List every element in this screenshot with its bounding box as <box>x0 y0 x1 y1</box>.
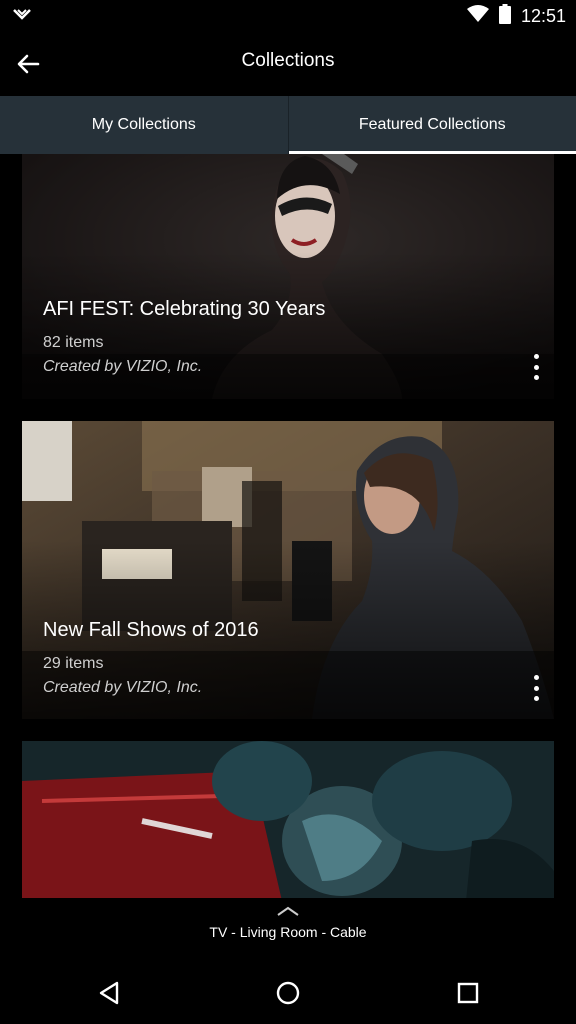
device-bar[interactable]: TV - Living Room - Cable <box>0 898 576 958</box>
back-triangle-icon[interactable] <box>97 980 123 1006</box>
collection-card[interactable]: New Fall Shows of 2016 29 items Created … <box>22 421 554 719</box>
recents-square-icon[interactable] <box>455 980 481 1006</box>
more-options-icon[interactable] <box>528 675 544 701</box>
tab-featured-collections[interactable]: Featured Collections <box>287 96 576 154</box>
tab-my-collections[interactable]: My Collections <box>0 96 288 154</box>
chevron-up-icon[interactable] <box>276 904 300 922</box>
collection-card[interactable]: AFI FEST: Celebrating 30 Years 82 items … <box>22 154 554 399</box>
collection-creator: Created by VIZIO, Inc. <box>43 679 203 696</box>
collection-title: New Fall Shows of 2016 <box>43 619 259 641</box>
clock: 12:51 <box>520 5 566 26</box>
collections-list[interactable]: AFI FEST: Celebrating 30 Years 82 items … <box>0 154 576 898</box>
collection-card[interactable] <box>22 741 554 898</box>
tab-bar: My Collections Featured Collections <box>0 96 576 154</box>
device-label: TV - Living Room - Cable <box>209 924 367 940</box>
more-options-icon[interactable] <box>528 354 544 380</box>
wifi-icon <box>466 4 489 28</box>
system-nav-bar <box>0 958 576 1024</box>
app-bar: Collections <box>0 32 576 96</box>
home-circle-icon[interactable] <box>275 980 301 1006</box>
status-bar: 12:51 <box>0 0 576 32</box>
collection-artwork <box>22 741 554 898</box>
collection-count: 82 items <box>43 334 104 351</box>
card-shade <box>22 421 554 719</box>
collection-count: 29 items <box>43 655 104 672</box>
battery-icon <box>498 3 511 29</box>
collection-creator: Created by VIZIO, Inc. <box>43 358 203 375</box>
dropdown-icon <box>12 7 32 28</box>
page-title: Collections <box>241 50 335 71</box>
collection-title: AFI FEST: Celebrating 30 Years <box>43 298 326 320</box>
